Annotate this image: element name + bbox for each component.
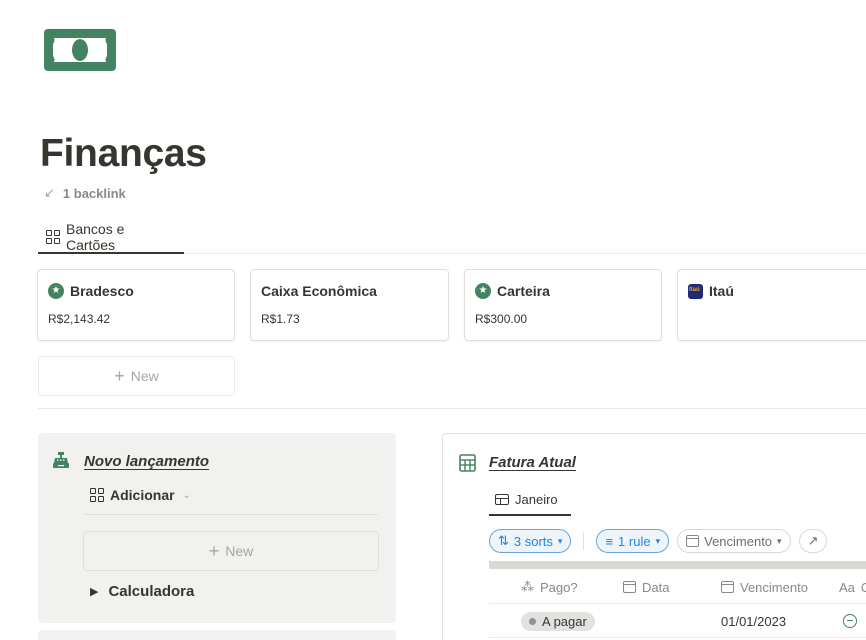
backlink-link[interactable]: ↙ 1 backlink <box>44 185 126 201</box>
view-tabs-bar: Bancos e Cartões <box>38 221 866 254</box>
star-icon: ★ <box>48 283 64 299</box>
money-bill-icon <box>44 29 116 71</box>
vencimento-cell[interactable]: 01/01/2023 <box>721 604 786 638</box>
calendar-icon <box>623 581 636 593</box>
sorts-button[interactable]: ⇅ 3 sorts ▾ <box>489 529 572 553</box>
filter-rule-button[interactable]: ≡ 1 rule ▾ <box>596 529 670 553</box>
card-balance: R$300.00 <box>475 312 528 326</box>
vencimento-filter-button[interactable]: Vencimento ▾ <box>677 529 791 553</box>
cash-register-icon <box>53 452 69 468</box>
card-balance: R$2,143.42 <box>48 312 111 326</box>
arrow-down-left-icon: ↙ <box>44 185 55 200</box>
card-title: ★ Carteira <box>475 283 550 299</box>
status-dot <box>529 617 536 625</box>
adicionar-view-tab[interactable]: Adicionar ⌄ <box>90 487 191 503</box>
calculadora-toggle[interactable]: ▶ Calculadora <box>90 583 194 600</box>
new-entry-button[interactable]: + New <box>83 531 379 571</box>
filter-lines-icon: ≡ <box>605 533 614 549</box>
minus-circle-icon <box>843 614 857 628</box>
plus-icon: + <box>208 540 220 561</box>
tab-janeiro[interactable]: Janeiro <box>489 484 571 516</box>
card-title: ★ Bradesco <box>48 283 134 299</box>
fatura-atual-database: Fatura Atual Janeiro ⇅ 3 sorts ▾ ≡ 1 rul… <box>442 433 866 640</box>
itau-logo-icon <box>688 283 703 299</box>
chevron-down-icon: ▾ <box>777 535 782 546</box>
card-title: Itaú <box>688 283 734 299</box>
new-card-button[interactable]: + New <box>38 356 235 396</box>
tab-bancos-e-cartoes[interactable]: Bancos e Cartões <box>38 221 184 254</box>
chevron-down-icon: ▾ <box>655 535 661 546</box>
calculator-icon <box>459 454 476 472</box>
filter-bar: ⇅ 3 sorts ▾ ≡ 1 rule ▾ Vencimento ▾ ↗ <box>489 529 828 553</box>
calendar-icon <box>721 581 734 593</box>
new-card-label: New <box>130 368 159 384</box>
divider <box>84 514 378 515</box>
chevron-down-icon: ▾ <box>557 535 563 546</box>
gallery-card-itau[interactable]: Itaú <box>677 269 866 341</box>
gallery-grid-icon <box>46 230 60 244</box>
chevron-down-icon: ⌄ <box>182 489 191 501</box>
adicionar-label: Adicionar <box>110 487 175 503</box>
sort-arrows-icon: ⇅ <box>498 533 509 548</box>
gallery-grid-icon <box>90 488 104 502</box>
rule-label: 1 rule <box>618 533 651 549</box>
gallery-card-caixa-economica[interactable]: Caixa Econômica R$1.73 <box>250 269 449 341</box>
table-header: ⁂ Pago? Data Vencimento Aa C <box>489 570 866 604</box>
card-title-text: Itaú <box>709 283 734 299</box>
fatura-atual-link[interactable]: Fatura Atual <box>489 454 576 471</box>
arrow-up-right-icon: ↗ <box>807 533 819 548</box>
table-scrollbar[interactable] <box>489 561 866 569</box>
page-title: Finanças <box>40 132 207 175</box>
status-badge: A pagar <box>521 611 595 631</box>
status-loading-icon: ⁂ <box>521 579 534 594</box>
gallery-card-bradesco[interactable]: ★ Bradesco R$2,143.42 <box>37 269 235 341</box>
card-balance: R$1.73 <box>261 312 300 326</box>
table-row[interactable]: A pagar 01/01/2023 <box>489 604 866 638</box>
novo-lancamento-callout: Novo lançamento Adicionar ⌄ + New ▶ Calc… <box>38 433 396 623</box>
gallery-card-carteira[interactable]: ★ Carteira R$300.00 <box>464 269 662 341</box>
novo-lancamento-link[interactable]: Novo lançamento <box>84 453 209 470</box>
calendar-icon <box>686 535 700 547</box>
new-entry-label: New <box>225 543 254 559</box>
tab-label: Janeiro <box>515 491 558 507</box>
column-header-data[interactable]: Data <box>623 570 669 604</box>
relation-filter-button[interactable]: ↗ <box>798 529 828 553</box>
card-title-text: Caixa Econômica <box>261 283 377 299</box>
column-header-vencimento[interactable]: Vencimento <box>721 570 808 604</box>
card-title: Caixa Econômica <box>261 283 377 299</box>
text-cell[interactable] <box>843 604 857 638</box>
star-icon: ★ <box>475 283 491 299</box>
plus-icon: + <box>114 365 125 386</box>
divider <box>583 532 585 550</box>
card-title-text: Carteira <box>497 283 550 299</box>
second-callout <box>38 630 396 640</box>
table-icon <box>495 493 509 505</box>
column-header-pago[interactable]: ⁂ Pago? <box>521 570 578 604</box>
toggle-label: Calculadora <box>108 583 195 600</box>
text-aa-icon: Aa <box>839 579 855 595</box>
vencimento-filter-label: Vencimento <box>704 533 773 549</box>
card-title-text: Bradesco <box>70 283 134 299</box>
triangle-right-icon: ▶ <box>90 586 99 598</box>
backlink-label: 1 backlink <box>62 185 126 201</box>
tab-label: Bancos e Cartões <box>66 221 125 253</box>
sorts-label: 3 sorts <box>513 533 553 549</box>
status-cell[interactable]: A pagar <box>521 604 595 638</box>
column-header-text[interactable]: Aa C <box>839 570 866 604</box>
divider <box>38 408 866 409</box>
